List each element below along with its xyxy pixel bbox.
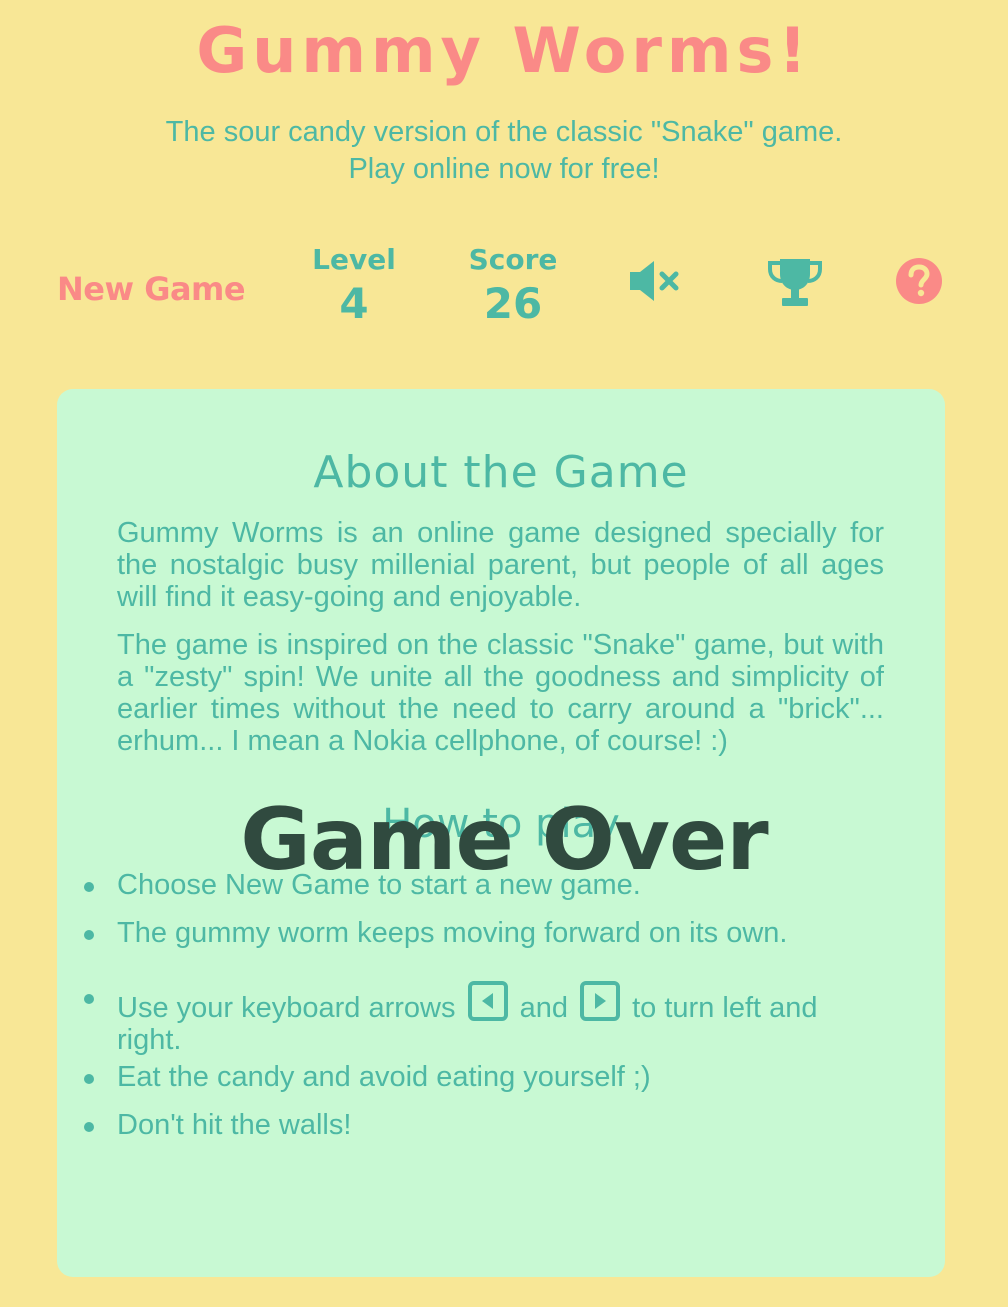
arrow-left-key-icon (467, 981, 508, 1021)
rule-item-arrows: Use your keyboard arrows and to turn lef… (84, 981, 884, 1056)
info-panel: About the Game Gummy Worms is an online … (57, 389, 945, 1277)
speaker-muted-icon (630, 261, 679, 301)
page-title: Gummy Worms! (196, 14, 812, 87)
page-subtitle: The sour candy version of the classic "S… (0, 114, 1008, 188)
level-value: 4 (339, 279, 369, 328)
how-to-play-heading: How to play (382, 801, 620, 847)
score-display: Score 26 (453, 242, 573, 330)
rule-item: Choose New Game to start a new game. (84, 869, 884, 901)
rule-text: Use your keyboard arrows (117, 992, 456, 1024)
trophy-icon (768, 259, 822, 306)
sound-toggle-button[interactable] (626, 258, 682, 304)
about-paragraph-2: The game is inspired on the classic "Sna… (117, 629, 884, 757)
game-page: Gummy Worms! The sour candy version of t… (0, 0, 1008, 1307)
rule-text: and (519, 992, 568, 1024)
score-value: 26 (483, 279, 543, 328)
rule-item: Eat the candy and avoid eating yourself … (84, 1061, 884, 1093)
leaderboard-button[interactable] (766, 256, 824, 308)
level-label: Level (312, 243, 396, 276)
rule-item: The gummy worm keeps moving forward on i… (84, 917, 884, 949)
subtitle-line-1: The sour candy version of the classic "S… (165, 116, 843, 148)
subtitle-line-2: Play online now for free! (348, 153, 660, 185)
arrow-right-key-icon (580, 981, 621, 1021)
rule-item: Don't hit the walls! (84, 1109, 884, 1141)
level-display: Level 4 (294, 242, 414, 330)
question-circle-icon (896, 258, 942, 304)
about-heading: About the Game (313, 447, 689, 498)
new-game-button[interactable]: New Game (57, 270, 246, 308)
score-label: Score (468, 243, 558, 276)
about-paragraph-1: Gummy Worms is an online game designed s… (117, 517, 884, 613)
help-button[interactable] (895, 257, 943, 305)
